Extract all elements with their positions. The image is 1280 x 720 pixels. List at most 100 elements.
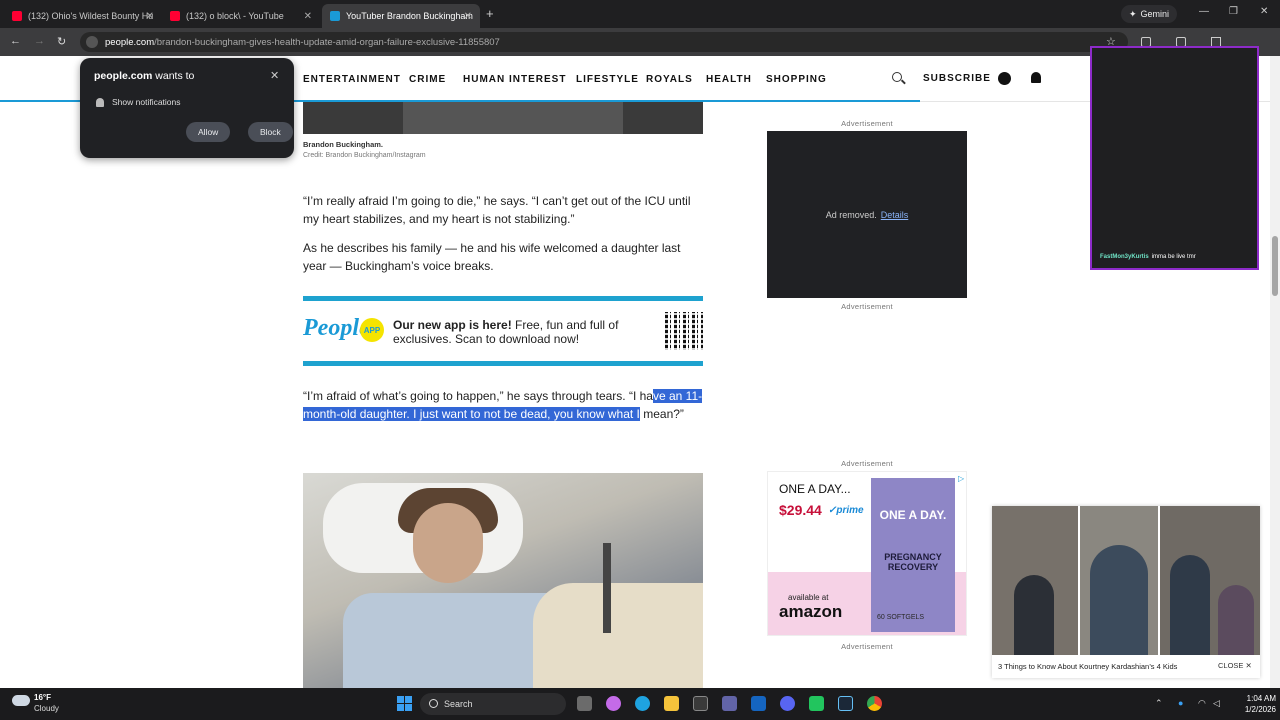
address-toolbar: ← → ↻ people.com/brandon-buckingham-give… bbox=[0, 28, 1280, 76]
video-close-button[interactable]: CLOSE ✕ bbox=[1218, 661, 1252, 670]
close-icon[interactable]: ✕ bbox=[270, 69, 279, 82]
bell-icon[interactable] bbox=[1031, 72, 1041, 83]
video-frame bbox=[992, 506, 1078, 655]
floating-video-player[interactable]: 3 Things to Know About Kourtney Kardashi… bbox=[992, 506, 1260, 678]
windows-start-icon[interactable] bbox=[397, 696, 412, 711]
file-explorer-icon[interactable] bbox=[664, 696, 679, 711]
close-icon[interactable]: ✕ bbox=[146, 11, 154, 22]
hospital-photo bbox=[303, 473, 703, 688]
tab-title: YouTuber Brandon Buckingham bbox=[346, 11, 473, 21]
nav-entertainment[interactable]: ENTERTAINMENT bbox=[303, 74, 401, 85]
article-photo-top bbox=[303, 102, 703, 134]
youtube-icon bbox=[12, 11, 22, 21]
weather-desc[interactable]: Cloudy bbox=[34, 704, 59, 713]
task-view-icon[interactable] bbox=[577, 696, 592, 711]
steam-icon[interactable] bbox=[838, 696, 853, 711]
scrollbar-thumb[interactable] bbox=[1272, 236, 1278, 296]
photo-credit: Credit: Brandon Buckingham/Instagram bbox=[303, 152, 426, 159]
forward-icon[interactable]: → bbox=[34, 35, 45, 47]
stream-overlay[interactable]: FastMon3yKurtis imma be live tmr bbox=[1090, 46, 1259, 270]
ad-available-at: available at bbox=[788, 593, 829, 602]
popup-title-rest: wants to bbox=[152, 70, 195, 82]
taskbar-search[interactable]: Search bbox=[420, 693, 566, 715]
nav-lifestyle[interactable]: LIFESTYLE bbox=[576, 74, 639, 85]
tab-people-article[interactable]: YouTuber Brandon Buckingham ✕ bbox=[322, 4, 480, 28]
close-icon[interactable]: ✕ bbox=[304, 11, 312, 22]
product-ad[interactable]: ONE A DAY... $29.44 ✓prime available at … bbox=[767, 471, 967, 636]
edge-icon[interactable] bbox=[635, 696, 650, 711]
prime-badge: ✓prime bbox=[828, 505, 864, 516]
ad-removed-text: Ad removed. bbox=[825, 209, 877, 220]
app-promo[interactable]: People APP Our new app is here! Free, fu… bbox=[303, 296, 703, 366]
youtube-icon bbox=[170, 11, 180, 21]
photo-bed-rail bbox=[603, 543, 611, 633]
nav-human-interest[interactable]: HUMAN INTEREST bbox=[463, 74, 566, 85]
window-close-icon[interactable]: ✕ bbox=[1260, 6, 1268, 17]
reload-icon[interactable]: ↻ bbox=[57, 35, 66, 48]
weather-temp[interactable]: 16°F bbox=[34, 693, 51, 702]
speaker-icon[interactable]: ◁ bbox=[1213, 698, 1220, 709]
chat-message: FastMon3yKurtis imma be live tmr bbox=[1100, 254, 1196, 260]
popup-title: people.com wants to bbox=[94, 70, 194, 82]
people-favicon-icon bbox=[330, 11, 340, 21]
app-badge: APP bbox=[360, 318, 384, 342]
ad-label: Advertisement bbox=[841, 119, 893, 128]
wifi-icon[interactable]: ◠ bbox=[1198, 698, 1206, 709]
popup-text: Show notifications bbox=[112, 97, 181, 107]
promo-headline: Our new app is here! bbox=[393, 318, 512, 332]
windows-taskbar: 16°F Cloudy Search ⌃ ● ◠ ◁ 1:04 AM 1/2/2… bbox=[0, 688, 1280, 720]
video-person bbox=[1218, 585, 1254, 655]
ad-label: Advertisement bbox=[841, 642, 893, 651]
minimize-icon[interactable]: — bbox=[1199, 6, 1209, 17]
video-person bbox=[1090, 545, 1148, 655]
back-icon[interactable]: ← bbox=[10, 35, 21, 47]
popup-host: people.com bbox=[94, 70, 153, 82]
ad-details-link[interactable]: Details bbox=[881, 210, 909, 220]
new-tab-icon[interactable]: + bbox=[486, 6, 494, 21]
quote-text: “I’m afraid of what’s going to happen,” … bbox=[303, 389, 653, 403]
close-icon[interactable]: ✕ bbox=[464, 11, 472, 22]
page-scrollbar[interactable] bbox=[1270, 56, 1280, 688]
app-icon[interactable] bbox=[809, 696, 824, 711]
nav-health[interactable]: HEALTH bbox=[706, 74, 752, 85]
nav-crime[interactable]: CRIME bbox=[409, 74, 446, 85]
photo-shirt bbox=[403, 102, 623, 134]
video-person bbox=[1014, 575, 1054, 655]
restore-icon[interactable]: ❐ bbox=[1229, 6, 1238, 17]
qr-code-icon bbox=[665, 312, 703, 350]
search-icon[interactable] bbox=[892, 72, 902, 82]
block-button[interactable]: Block bbox=[248, 122, 293, 142]
tab-ohio-bounty[interactable]: (132) Ohio's Wildest Bounty Hu ✕ bbox=[4, 4, 162, 28]
taskbar-clock[interactable]: 1:04 AM 1/2/2026 bbox=[1232, 693, 1276, 715]
cloud-icon[interactable] bbox=[12, 695, 30, 706]
chrome-icon[interactable] bbox=[867, 696, 882, 711]
allow-button[interactable]: Allow bbox=[186, 122, 231, 142]
discord-icon[interactable] bbox=[780, 696, 795, 711]
microphone-icon[interactable]: ● bbox=[1178, 698, 1183, 708]
adchoices-icon[interactable]: ▷ bbox=[958, 474, 964, 483]
ad-removed-box: Ad removed. Details bbox=[767, 131, 967, 298]
account-icon[interactable] bbox=[998, 72, 1011, 85]
teams-icon[interactable] bbox=[722, 696, 737, 711]
subscribe-link[interactable]: SUBSCRIBE bbox=[923, 73, 991, 84]
tab-o-block[interactable]: (132) o block\ - YouTube ✕ bbox=[162, 4, 320, 28]
tab-title: (132) Ohio's Wildest Bounty Hu bbox=[28, 11, 154, 21]
article-paragraph: As he describes his family — he and his … bbox=[303, 241, 681, 273]
photo-face bbox=[413, 503, 483, 583]
copilot-icon[interactable] bbox=[606, 696, 621, 711]
nav-shopping[interactable]: SHOPPING bbox=[766, 74, 827, 85]
url-host: people.com bbox=[105, 36, 155, 48]
outlook-icon[interactable] bbox=[751, 696, 766, 711]
browser-tab-strip: (132) Ohio's Wildest Bounty Hu ✕ (132) o… bbox=[0, 0, 1280, 28]
photo-blanket bbox=[533, 583, 703, 688]
url-bar[interactable]: people.com/brandon-buckingham-gives-heal… bbox=[80, 32, 1128, 52]
ad-product-title: ONE A DAY... bbox=[779, 482, 851, 496]
chevron-up-icon[interactable]: ⌃ bbox=[1155, 698, 1163, 709]
chat-user: FastMon3yKurtis bbox=[1100, 254, 1149, 260]
ad-label: Advertisement bbox=[841, 302, 893, 311]
chat-text: imma be live tmr bbox=[1151, 254, 1196, 260]
nav-royals[interactable]: ROYALS bbox=[646, 74, 693, 85]
gemini-button[interactable]: ✦ Gemini bbox=[1121, 5, 1178, 23]
store-icon[interactable] bbox=[693, 696, 708, 711]
site-info-icon[interactable] bbox=[86, 36, 98, 48]
